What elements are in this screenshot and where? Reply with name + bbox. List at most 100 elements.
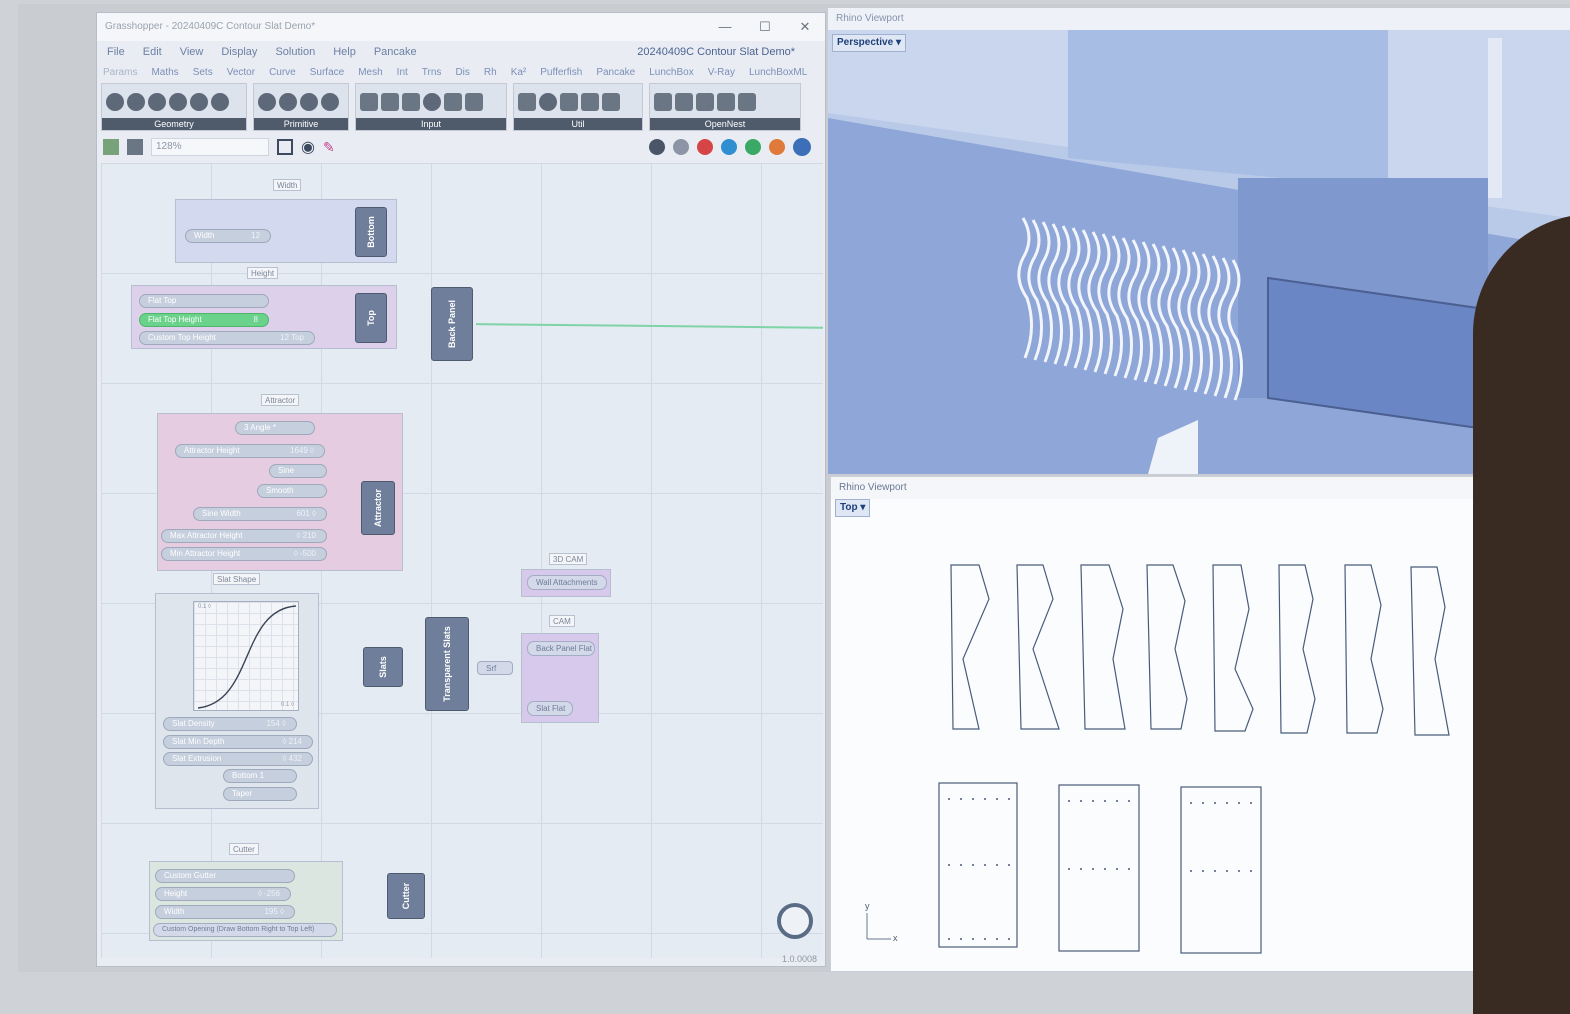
tab-maths[interactable]: Maths [151, 67, 178, 78]
vector-param-icon[interactable] [127, 93, 145, 111]
slider-slat-extrusion[interactable]: Slat Extrusion ◊ 432 [163, 752, 313, 766]
arc-param-icon[interactable] [169, 93, 187, 111]
component-transparent-slats[interactable]: Transparent Slats [425, 617, 469, 711]
data-dam-icon[interactable] [518, 93, 536, 111]
slider-bottom[interactable]: Bottom 1 [223, 769, 297, 783]
tab-pancake[interactable]: Pancake [596, 67, 635, 78]
tag-icon[interactable] [717, 93, 735, 111]
arrow-outline-icon[interactable] [602, 93, 620, 111]
circle-param-icon[interactable] [148, 93, 166, 111]
slider-slat-min-depth[interactable]: Slat Min Depth ◊ 214 [163, 735, 313, 749]
component-bottom[interactable]: Bottom [355, 207, 387, 257]
rhino-top-viewport[interactable]: Rhino Viewport Top ▾ y x [830, 476, 1500, 972]
text-tool-icon[interactable] [696, 93, 714, 111]
point-param-icon[interactable] [106, 93, 124, 111]
tab-params[interactable]: Params [103, 67, 137, 78]
zoom-extents-icon[interactable] [277, 139, 293, 155]
param-custom-opening[interactable]: Custom Opening (Draw Bottom Right to Top… [153, 923, 337, 937]
component-top[interactable]: Top [355, 293, 387, 343]
line-param-icon[interactable] [211, 93, 229, 111]
sheet-icon[interactable] [738, 93, 756, 111]
tab-lunchboxml[interactable]: LunchBoxML [749, 67, 807, 78]
component-back-panel[interactable]: Back Panel [431, 287, 473, 361]
slider-gutter-height[interactable]: Height ◊ -256 [155, 887, 291, 901]
display-gradient-icon[interactable] [769, 139, 785, 155]
menu-display[interactable]: Display [221, 46, 257, 58]
signal-icon[interactable] [675, 93, 693, 111]
display-mode-icon[interactable] [721, 139, 737, 155]
tab-ka2[interactable]: Ka² [511, 67, 527, 78]
boolean-param-icon[interactable] [258, 93, 276, 111]
render-sphere-icon[interactable] [793, 138, 811, 156]
panel-icon[interactable] [465, 93, 483, 111]
perspective-view-selector[interactable]: Perspective ▾ [832, 34, 906, 52]
graph-mapper-icon[interactable] [381, 93, 399, 111]
tab-pufferfish[interactable]: Pufferfish [540, 67, 582, 78]
tab-trns[interactable]: Trns [422, 67, 442, 78]
tab-vector[interactable]: Vector [227, 67, 255, 78]
nest-icon[interactable] [654, 93, 672, 111]
save-file-icon[interactable] [127, 139, 143, 155]
slider-taper[interactable]: Taper [223, 787, 297, 801]
sketch-pen-icon[interactable]: ✎ [323, 139, 335, 156]
slider-sine[interactable]: Sine [269, 464, 327, 478]
slider-custom-gutter[interactable]: Custom Gutter [155, 869, 295, 883]
close-button[interactable]: ✕ [785, 13, 825, 41]
button-icon[interactable] [423, 93, 441, 111]
minimize-button[interactable]: — [705, 13, 745, 41]
component-attractor[interactable]: Attractor [361, 481, 395, 535]
slider-min-attractor-height[interactable]: Min Attractor Height ◊ -500 [161, 547, 327, 561]
slider-icon[interactable] [360, 93, 378, 111]
menu-solution[interactable]: Solution [275, 46, 315, 58]
preview-eye-icon[interactable]: ◉ [301, 137, 315, 157]
grasshopper-canvas[interactable]: Width Width 12 Bottom Height Flat Top Fla… [101, 163, 823, 958]
tab-dis[interactable]: Dis [455, 67, 469, 78]
slider-angle[interactable]: 3 Angle * [235, 421, 315, 435]
slider-flat-top-height[interactable]: Flat Top Height 8 [139, 313, 269, 327]
menu-help[interactable]: Help [333, 46, 356, 58]
toggle-icon[interactable] [402, 93, 420, 111]
slider-max-attractor-height[interactable]: Max Attractor Height ◊ 210 [161, 529, 327, 543]
value-list-icon[interactable] [444, 93, 462, 111]
cherry-icon[interactable] [539, 93, 557, 111]
menu-file[interactable]: File [107, 46, 125, 58]
maximize-button[interactable]: ☐ [745, 13, 785, 41]
slider-sine-width[interactable]: Sine Width 601 ◊ [193, 507, 327, 521]
tab-sets[interactable]: Sets [193, 67, 213, 78]
panel-back-panel-flat[interactable]: Back Panel Flat [527, 641, 595, 656]
panel-wall-attachments[interactable]: Wall Attachments [527, 575, 607, 590]
slider-width[interactable]: Width 12 [185, 229, 271, 243]
param-srf[interactable]: Srf [477, 661, 513, 675]
display-color-icon[interactable] [745, 139, 761, 155]
cluster-icon[interactable] [560, 93, 578, 111]
tab-lunchbox[interactable]: LunchBox [649, 67, 693, 78]
navigation-wheel-icon[interactable] [777, 903, 813, 939]
tab-curve[interactable]: Curve [269, 67, 296, 78]
tab-mesh[interactable]: Mesh [358, 67, 382, 78]
component-cutter[interactable]: Cutter [387, 873, 425, 919]
menu-edit[interactable]: Edit [143, 46, 162, 58]
tab-int[interactable]: Int [397, 67, 408, 78]
slider-smooth[interactable]: Smooth [257, 484, 327, 498]
slider-attractor-height[interactable]: Attractor Height 1649 ◊ [175, 444, 325, 458]
curve-param-icon[interactable] [190, 93, 208, 111]
tab-vray[interactable]: V-Ray [708, 67, 735, 78]
slider-slat-density[interactable]: Slat Density 154 ◊ [163, 717, 297, 731]
tab-rh[interactable]: Rh [484, 67, 497, 78]
menu-view[interactable]: View [180, 46, 204, 58]
slider-gutter-width[interactable]: Width 195 ◊ [155, 905, 295, 919]
preview-selected-icon[interactable] [697, 139, 713, 155]
number-param-icon[interactable] [300, 93, 318, 111]
integer-param-icon[interactable] [279, 93, 297, 111]
tab-surface[interactable]: Surface [310, 67, 344, 78]
component-slats[interactable]: Slats [363, 647, 403, 687]
graph-mapper[interactable]: 0.1 ◊ 0.1 ◊ [193, 601, 299, 711]
panel-slat-flat[interactable]: Slat Flat [527, 701, 573, 716]
text-param-icon[interactable] [321, 93, 339, 111]
open-file-icon[interactable] [103, 139, 119, 155]
preview-wire-icon[interactable] [673, 139, 689, 155]
rhino-perspective-viewport[interactable]: Rhino Viewport Perspective ▾ [828, 8, 1570, 474]
preview-shaded-icon[interactable] [649, 139, 665, 155]
slider-custom-top-height[interactable]: Custom Top Height 12 Top [139, 331, 315, 345]
menu-pancake[interactable]: Pancake [374, 46, 417, 58]
